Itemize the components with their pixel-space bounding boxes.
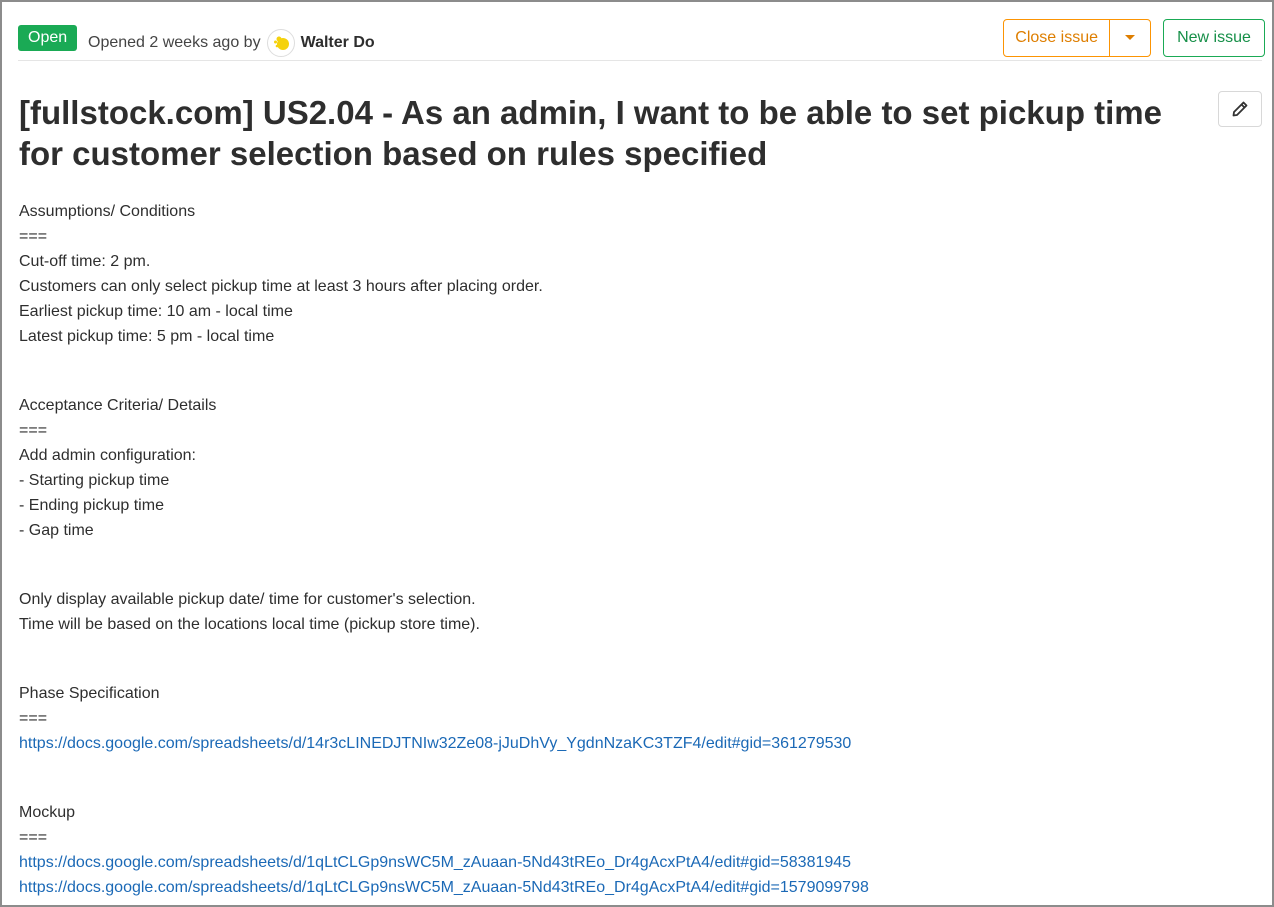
description-line: Customers can only select pickup time at… <box>19 278 543 295</box>
issue-header: Open Opened 2 weeks ago by Walter Do Clo… <box>18 14 1265 61</box>
author-link[interactable]: Walter Do <box>301 34 375 52</box>
description-line: Cut-off time: 2 pm. <box>19 253 151 270</box>
issue-description: Assumptions/ Conditions === Cut-off time… <box>19 199 1249 900</box>
close-issue-button-group: Close issue <box>1003 19 1151 57</box>
description-line: Latest pickup time: 5 pm - local time <box>19 328 275 345</box>
edit-title-button[interactable] <box>1218 91 1262 127</box>
section-heading: Acceptance Criteria/ Details <box>19 397 217 414</box>
pencil-icon <box>1232 101 1248 117</box>
close-issue-dropdown-toggle[interactable] <box>1110 20 1150 56</box>
mockup-link[interactable]: https://docs.google.com/spreadsheets/d/1… <box>19 879 869 896</box>
opened-text: Opened 2 weeks ago by <box>88 34 261 51</box>
mockup-link[interactable]: https://docs.google.com/spreadsheets/d/1… <box>19 854 851 871</box>
description-line: - Ending pickup time <box>19 497 164 514</box>
description-line: - Gap time <box>19 522 94 539</box>
issue-title: [fullstock.com] US2.04 - As an admin, I … <box>19 94 1162 172</box>
issue-meta: Opened 2 weeks ago by Walter Do <box>88 29 375 57</box>
description-line: Add admin configuration: <box>19 447 196 464</box>
section-heading: Mockup <box>19 804 76 821</box>
status-badge: Open <box>18 25 78 51</box>
section-heading: Phase Specification <box>19 685 160 702</box>
section-separator: === <box>19 422 48 439</box>
phase-spec-link[interactable]: https://docs.google.com/spreadsheets/d/1… <box>19 735 851 752</box>
section-heading: Assumptions/ Conditions <box>19 203 196 220</box>
close-issue-button[interactable]: Close issue <box>1004 20 1111 56</box>
avatar[interactable] <box>266 29 295 57</box>
avatar-icon <box>273 36 289 50</box>
section-separator: === <box>19 710 48 727</box>
description-line: Earliest pickup time: 10 am - local time <box>19 303 293 320</box>
section-separator: === <box>19 228 48 245</box>
caret-down-icon <box>1125 35 1136 40</box>
section-separator: === <box>19 829 48 846</box>
description-line: Only display available pickup date/ time… <box>19 591 476 608</box>
description-line: Time will be based on the locations loca… <box>19 616 480 633</box>
description-line: - Starting pickup time <box>19 472 170 489</box>
issue-page: Open Opened 2 weeks ago by Walter Do Clo… <box>0 0 1274 907</box>
new-issue-button[interactable]: New issue <box>1163 19 1265 57</box>
